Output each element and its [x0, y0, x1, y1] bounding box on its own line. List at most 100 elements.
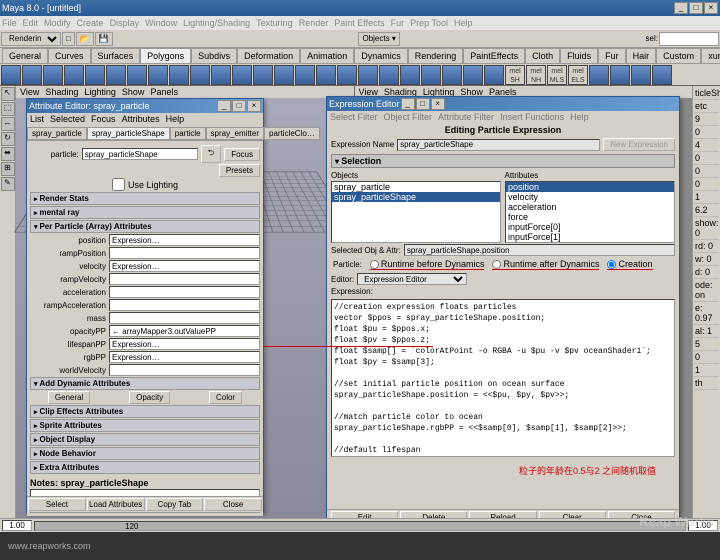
shelf-icon[interactable] — [421, 65, 441, 85]
menu-prep tool[interactable]: Prep Tool — [410, 18, 448, 28]
shelf-icon[interactable] — [589, 65, 609, 85]
section-node-behavior[interactable]: Node Behavior — [30, 447, 260, 460]
channel-value[interactable]: w: 0 — [694, 253, 719, 266]
file-open-icon[interactable]: 📂 — [76, 32, 94, 46]
ae-menu-item[interactable]: List — [30, 114, 44, 124]
attr-field[interactable] — [109, 247, 260, 259]
channel-value[interactable]: 0 — [694, 165, 719, 178]
shelf-icon[interactable] — [400, 65, 420, 85]
viewport-menu-item[interactable]: Shading — [45, 87, 78, 97]
ee-menu-item[interactable]: Help — [570, 112, 589, 122]
shelf-tab-deformation[interactable]: Deformation — [237, 48, 300, 63]
tool-icon[interactable]: ↻ — [1, 132, 15, 146]
presets-button[interactable]: Presets — [219, 164, 260, 177]
shelf-tab-polygons[interactable]: Polygons — [140, 48, 191, 63]
attr-field[interactable] — [109, 234, 260, 246]
module-dropdown[interactable]: Rendering — [1, 32, 61, 46]
menu-file[interactable]: File — [2, 18, 17, 28]
channel-value[interactable]: al: 1 — [694, 325, 719, 338]
shelf-tab-custom[interactable]: Custom — [656, 48, 701, 63]
channel-value[interactable]: th — [694, 377, 719, 390]
shelf-icon[interactable] — [64, 65, 84, 85]
radio-after-dynamics[interactable]: Runtime after Dynamics — [492, 259, 599, 270]
shelf-icon[interactable] — [253, 65, 273, 85]
shelf-icon[interactable] — [127, 65, 147, 85]
section-add-dynamic[interactable]: Add Dynamic Attributes — [30, 377, 260, 390]
shelf-icon[interactable] — [274, 65, 294, 85]
channel-value[interactable]: d: 0 — [694, 266, 719, 279]
menu-texturing[interactable]: Texturing — [256, 18, 293, 28]
ae-node-tab[interactable]: spray_particle — [27, 127, 87, 140]
menu-paint effects[interactable]: Paint Effects — [334, 18, 384, 28]
channel-value[interactable]: ticleShape — [694, 87, 719, 100]
minimize-button[interactable]: _ — [674, 2, 688, 14]
shelf-tab-xun[interactable]: xun — [701, 48, 720, 63]
shelf-icon[interactable] — [610, 65, 630, 85]
shelf-icon[interactable] — [358, 65, 378, 85]
shelf-tab-surfaces[interactable]: Surfaces — [91, 48, 141, 63]
new-expression-button[interactable]: New Expression — [603, 138, 675, 151]
menu-create[interactable]: Create — [77, 18, 104, 28]
shelf-icon[interactable] — [43, 65, 63, 85]
channel-value[interactable]: show: 0 — [694, 217, 719, 240]
channel-value[interactable]: e: 0.97 — [694, 302, 719, 325]
attribute-list-item[interactable]: inputForce[1] — [506, 232, 674, 242]
use-lighting-checkbox[interactable] — [112, 178, 125, 191]
ee-menu-item[interactable]: Attribute Filter — [438, 112, 494, 122]
shelf-icon[interactable] — [295, 65, 315, 85]
attr-field[interactable] — [109, 299, 260, 311]
viewport-menu-item[interactable]: Panels — [150, 87, 178, 97]
attr-field[interactable] — [109, 364, 260, 376]
attr-field[interactable] — [109, 325, 260, 337]
radio-before-dynamics[interactable]: Runtime before Dynamics — [370, 259, 485, 270]
attribute-list-item[interactable]: force — [506, 212, 674, 222]
tool-icon[interactable]: ✎ — [1, 177, 15, 191]
ee-maximize-button[interactable]: □ — [416, 98, 430, 110]
menu-display[interactable]: Display — [110, 18, 140, 28]
shelf-tab-painteffects[interactable]: PaintEffects — [463, 48, 525, 63]
shelf-tab-subdivs[interactable]: Subdivs — [191, 48, 237, 63]
channel-box[interactable]: ticleShapeetc90400016.2show: 0rd: 0w: 0d… — [692, 86, 720, 532]
file-save-icon[interactable]: 💾 — [95, 32, 113, 46]
tool-icon[interactable]: ⬚ — [1, 102, 15, 116]
shelf-icon[interactable] — [169, 65, 189, 85]
channel-value[interactable]: 4 — [694, 139, 719, 152]
shelf-tab-animation[interactable]: Animation — [300, 48, 354, 63]
channel-value[interactable]: 5 — [694, 338, 719, 351]
object-list-item[interactable]: spray_particleShape — [332, 192, 500, 202]
editor-dropdown[interactable]: Expression Editor — [357, 273, 467, 285]
ae-menu-item[interactable]: Help — [166, 114, 185, 124]
shelf-mel-icon[interactable]: mel MLS — [547, 65, 567, 85]
menu-modify[interactable]: Modify — [44, 18, 71, 28]
ae-close-button[interactable]: × — [247, 100, 261, 112]
ae-node-tab[interactable]: particle — [170, 127, 206, 140]
shelf-icon[interactable] — [463, 65, 483, 85]
menu-help[interactable]: Help — [454, 18, 473, 28]
color-button[interactable]: Color — [209, 391, 242, 404]
shelf-mel-icon[interactable]: mel ELS — [568, 65, 588, 85]
menu-fur[interactable]: Fur — [391, 18, 405, 28]
ee-minimize-button[interactable]: _ — [401, 98, 415, 110]
attr-field[interactable] — [109, 338, 260, 350]
tool-icon[interactable]: ↖ — [1, 87, 15, 101]
shelf-icon[interactable] — [442, 65, 462, 85]
channel-value[interactable]: 1 — [694, 364, 719, 377]
shelf-icon[interactable] — [106, 65, 126, 85]
ee-menu-item[interactable]: Object Filter — [384, 112, 433, 122]
attr-field[interactable] — [109, 273, 260, 285]
section-object-display[interactable]: Object Display — [30, 433, 260, 446]
sel-field[interactable] — [659, 32, 719, 46]
menu-render[interactable]: Render — [299, 18, 329, 28]
ae-load-attributes-button[interactable]: Load Attributes — [87, 498, 145, 511]
section-mental-ray[interactable]: mental ray — [30, 206, 260, 219]
maximize-button[interactable]: □ — [689, 2, 703, 14]
attribute-editor-titlebar[interactable]: Attribute Editor: spray_particle _ □ × — [27, 99, 263, 113]
ae-close-button[interactable]: Close — [204, 498, 262, 511]
attr-field[interactable] — [109, 312, 260, 324]
opacity-button[interactable]: Opacity — [129, 391, 170, 404]
shelf-tab-curves[interactable]: Curves — [48, 48, 91, 63]
current-frame-field[interactable]: 1.00 — [2, 520, 32, 531]
menu-window[interactable]: Window — [145, 18, 177, 28]
ae-maximize-button[interactable]: □ — [232, 100, 246, 112]
attr-field[interactable] — [109, 286, 260, 298]
